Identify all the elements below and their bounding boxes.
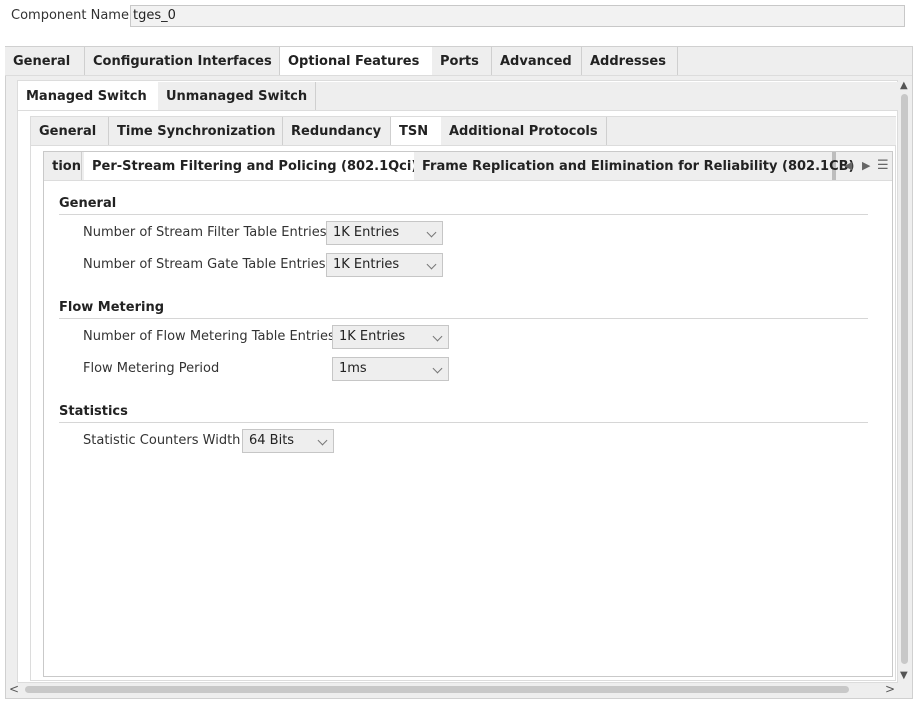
tab-ports[interactable]: Ports bbox=[432, 47, 492, 75]
tab-optional-features[interactable]: Optional Features bbox=[280, 47, 432, 75]
tab-feature-general[interactable]: General bbox=[31, 117, 109, 145]
main-tabbar: General Configuration Interfaces Optiona… bbox=[5, 47, 912, 76]
statistic-counters-width-label: Statistic Counters Width bbox=[83, 433, 241, 448]
tab-per-stream-filtering[interactable]: Per-Stream Filtering and Policing (802.1… bbox=[84, 152, 417, 180]
tab-addresses[interactable]: Addresses bbox=[582, 47, 678, 75]
tab-advanced[interactable]: Advanced bbox=[492, 47, 582, 75]
flow-metering-entries-select[interactable]: 1K Entries bbox=[332, 325, 449, 349]
scroll-right-icon[interactable]: > bbox=[885, 682, 895, 696]
scroll-up-icon[interactable]: ▲ bbox=[900, 80, 908, 91]
section-general-title: General bbox=[59, 196, 868, 215]
chevron-down-icon bbox=[432, 331, 443, 342]
tab-time-synchronization[interactable]: Time Synchronization bbox=[109, 117, 283, 145]
flow-metering-entries-label: Number of Flow Metering Table Entries bbox=[83, 329, 335, 344]
tab-frame-replication[interactable]: Frame Replication and Elimination for Re… bbox=[414, 152, 854, 180]
component-name-input[interactable]: tges_0 bbox=[130, 5, 905, 27]
scroll-down-icon[interactable]: ▼ bbox=[900, 670, 908, 681]
stream-gate-entries-select[interactable]: 1K Entries bbox=[326, 253, 443, 277]
stream-filter-entries-label: Number of Stream Filter Table Entries bbox=[83, 225, 327, 240]
feature-tabbar: General Time Synchronization Redundancy … bbox=[31, 117, 896, 146]
tab-additional-protocols[interactable]: Additional Protocols bbox=[441, 117, 607, 145]
horizontal-scroll-thumb[interactable] bbox=[25, 686, 849, 693]
vertical-scrollbar[interactable]: ▲ ▼ bbox=[898, 80, 912, 684]
horizontal-scrollbar[interactable]: < > bbox=[5, 682, 912, 698]
flow-metering-period-value: 1ms bbox=[339, 361, 367, 376]
switch-tabbar: Managed Switch Unmanaged Switch bbox=[18, 82, 898, 111]
stream-filter-entries-select[interactable]: 1K Entries bbox=[326, 221, 443, 245]
stream-filter-entries-value: 1K Entries bbox=[333, 225, 400, 240]
chevron-down-icon bbox=[432, 363, 443, 374]
stream-gate-entries-value: 1K Entries bbox=[333, 257, 400, 272]
triangle-left-icon[interactable]: ◀ bbox=[844, 159, 852, 172]
statistic-counters-width-value: 64 Bits bbox=[249, 433, 295, 448]
stream-gate-entries-label: Number of Stream Gate Table Entries bbox=[83, 257, 326, 272]
hamburger-menu-icon[interactable]: ☰ bbox=[877, 158, 889, 173]
chevron-down-icon bbox=[426, 227, 437, 238]
tab-configuration-interfaces[interactable]: Configuration Interfaces bbox=[85, 47, 280, 75]
tsn-tabbar: tion Per-Stream Filtering and Policing (… bbox=[44, 152, 892, 181]
flow-metering-entries-value: 1K Entries bbox=[339, 329, 406, 344]
scroll-left-icon[interactable]: < bbox=[9, 682, 19, 696]
triangle-right-icon[interactable]: ▶ bbox=[862, 159, 870, 172]
section-flow-metering-title: Flow Metering bbox=[59, 300, 868, 319]
flow-metering-period-select[interactable]: 1ms bbox=[332, 357, 449, 381]
chevron-down-icon bbox=[317, 435, 328, 446]
tab-truncated[interactable]: tion bbox=[44, 152, 82, 180]
flow-metering-period-label: Flow Metering Period bbox=[83, 361, 220, 376]
tab-unmanaged-switch[interactable]: Unmanaged Switch bbox=[158, 82, 316, 110]
component-name-row: Component Name tges_0 bbox=[0, 0, 918, 32]
tab-general[interactable]: General bbox=[5, 47, 85, 75]
statistic-counters-width-select[interactable]: 64 Bits bbox=[242, 429, 334, 453]
tab-managed-switch[interactable]: Managed Switch bbox=[18, 82, 158, 110]
section-statistics-title: Statistics bbox=[59, 404, 868, 423]
chevron-down-icon bbox=[426, 259, 437, 270]
tab-truncated-label: tion bbox=[52, 158, 81, 174]
tab-redundancy[interactable]: Redundancy bbox=[283, 117, 391, 145]
tab-tsn[interactable]: TSN bbox=[391, 117, 441, 145]
vertical-scroll-thumb[interactable] bbox=[901, 94, 908, 664]
component-name-label: Component Name bbox=[11, 8, 129, 23]
